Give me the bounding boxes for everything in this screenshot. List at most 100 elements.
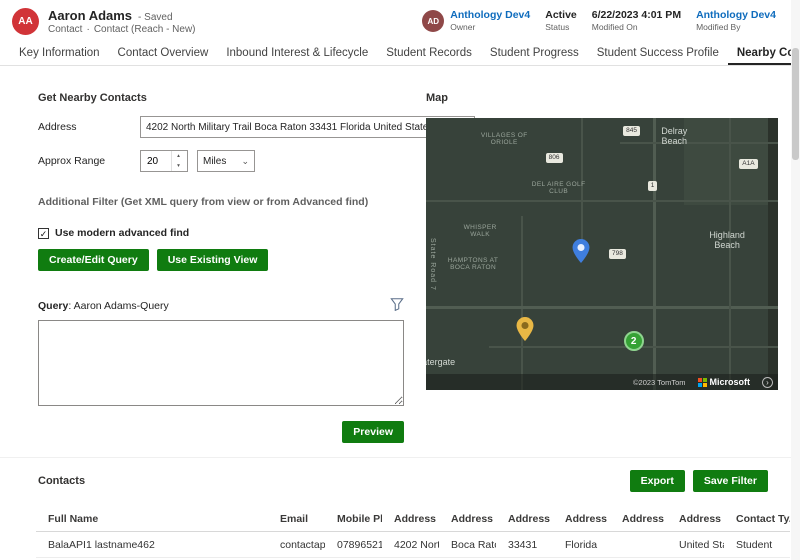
- section-title-get-nearby: Get Nearby Contacts: [38, 92, 147, 104]
- approx-range-label: Approx Range: [38, 155, 106, 167]
- map-nav-icon[interactable]: ›: [762, 376, 773, 388]
- map-panel: Map Delray Beach VILLAGES OF ORIOLE DEL …: [426, 92, 778, 443]
- map-road: [619, 142, 778, 145]
- breadcrumb: Contact · Contact (Reach - New): [48, 23, 196, 35]
- filter-icon[interactable]: [390, 297, 404, 314]
- map-road: [653, 118, 657, 390]
- column-header-mobile[interactable]: Mobile Ph...: [325, 513, 382, 525]
- stepper-up-icon[interactable]: ▴: [172, 151, 185, 161]
- tab-student-progress[interactable]: Student Progress: [481, 43, 588, 65]
- tab-student-records[interactable]: Student Records: [377, 43, 481, 65]
- column-header-address-street[interactable]: Address 1: ...: [382, 513, 439, 525]
- nearby-contacts-panel: Get Nearby Contacts Address 4202 North M…: [38, 92, 476, 443]
- section-title-contacts: Contacts: [38, 475, 86, 487]
- map-label-del-aire-golf-club: DEL AIRE GOLF CLUB: [531, 180, 586, 195]
- scrollbar-thumb[interactable]: [792, 48, 799, 160]
- preview-button[interactable]: Preview: [342, 421, 404, 443]
- use-modern-label: Use modern advanced find: [55, 227, 190, 239]
- page-title: Aaron Adams: [48, 7, 133, 23]
- cell-city: Boca Raton: [451, 538, 496, 551]
- map-attribution-bar: ©2023 TomTom Microsoft ›: [426, 374, 778, 390]
- address-label: Address: [38, 121, 77, 133]
- cell-full-name: BalaAPI1 lastname462: [48, 538, 155, 551]
- save-filter-button[interactable]: Save Filter: [692, 470, 768, 492]
- section-title-map: Map: [426, 92, 448, 104]
- cell-contact-type: Student: [736, 538, 773, 551]
- column-header-address-country[interactable]: Address 1: ...: [667, 513, 724, 525]
- map-road: [426, 199, 778, 202]
- map-label-hamptons: HAMPTONS AT BOCA RATON: [447, 256, 499, 271]
- chevron-down-icon: ⌄: [241, 155, 249, 166]
- road-shield-1: 1: [647, 180, 658, 191]
- cell-email: contactapi...: [280, 538, 325, 551]
- contacts-panel: Contacts Export Save Filter Full Name Em…: [0, 457, 800, 560]
- road-shield-845: 845: [623, 126, 640, 137]
- map-canvas[interactable]: Delray Beach VILLAGES OF ORIOLE DEL AIRE…: [426, 118, 778, 390]
- owner-name-link[interactable]: Anthology Dev4: [450, 9, 530, 23]
- range-stepper: ▴ ▾: [140, 150, 188, 172]
- query-name: : Aaron Adams-Query: [68, 299, 169, 312]
- tab-bar: Key Information Contact Overview Inbound…: [0, 42, 800, 66]
- tab-inbound-interest[interactable]: Inbound Interest & Lifecycle: [217, 43, 377, 65]
- stepper-down-icon[interactable]: ▾: [172, 161, 185, 171]
- map-label-whisper-walk: WHISPER WALK: [463, 224, 497, 239]
- cell-zip: 33431: [508, 538, 538, 551]
- cell-country: United Stat...: [679, 538, 724, 551]
- modified-on-field: 6/22/2023 4:01 PM Modified On: [591, 8, 682, 33]
- column-header-address-state[interactable]: Address 1: ...: [553, 513, 610, 525]
- vertical-scrollbar[interactable]: [791, 0, 800, 560]
- export-button[interactable]: Export: [629, 470, 685, 492]
- map-pin-blue-icon[interactable]: [572, 238, 590, 268]
- map-road: [521, 215, 524, 390]
- status-value: Active: [545, 8, 577, 21]
- map-label-highland-beach: Highland Beach: [709, 229, 745, 250]
- save-status: - Saved: [138, 11, 173, 23]
- road-shield-806: 806: [545, 153, 563, 164]
- tab-contact-overview[interactable]: Contact Overview: [109, 43, 218, 65]
- map-coast-patch: [768, 118, 778, 390]
- modified-by-field: Anthology Dev4 Modified By: [696, 8, 776, 33]
- address-dropdown[interactable]: 4202 North Military Trail Boca Raton 334…: [140, 116, 476, 138]
- breadcrumb-entity[interactable]: Contact: [48, 24, 82, 35]
- modified-by-link[interactable]: Anthology Dev4: [696, 9, 776, 23]
- column-header-address-other[interactable]: Address 1: ...: [610, 513, 667, 525]
- map-label-state-road: State Road 7: [429, 237, 436, 291]
- contact-avatar: AA: [12, 7, 39, 35]
- tab-nearby-contacts[interactable]: Nearby Contacts: [727, 43, 800, 65]
- column-header-full-name[interactable]: Full Name: [36, 513, 268, 525]
- map-pin-yellow-icon[interactable]: [516, 317, 534, 346]
- range-input[interactable]: [141, 151, 171, 171]
- address-value: 4202 North Military Trail Boca Raton 334…: [146, 121, 462, 133]
- breadcrumb-form-selector[interactable]: Contact (Reach - New): [94, 24, 196, 35]
- map-label-villages-of-oriole: VILLAGES OF ORIOLE: [480, 131, 528, 146]
- column-header-email[interactable]: Email: [268, 513, 325, 525]
- cell-mobile: 078965218...: [337, 538, 382, 551]
- owner-field[interactable]: AD Anthology Dev4 Owner: [422, 9, 530, 34]
- create-edit-query-button[interactable]: Create/Edit Query: [38, 249, 149, 271]
- map-road: [426, 305, 778, 309]
- map-road: [728, 118, 731, 390]
- table-row[interactable]: BalaAPI1 lastname462 contactapi... 07896…: [36, 532, 790, 558]
- map-cluster-badge[interactable]: 2: [623, 331, 644, 352]
- map-label-watergate: Watergate: [426, 357, 456, 368]
- column-header-contact-type[interactable]: Contact Ty...: [724, 513, 790, 525]
- tab-key-information[interactable]: Key Information: [10, 43, 109, 65]
- map-label-delray-beach: Delray Beach: [661, 126, 688, 147]
- microsoft-logo: Microsoft: [697, 377, 750, 387]
- topbar: AA Aaron Adams - Saved Contact · Contact…: [0, 0, 800, 42]
- range-unit-value: Miles: [203, 155, 227, 167]
- tab-student-success-profile[interactable]: Student Success Profile: [588, 43, 728, 65]
- road-shield-798: 798: [609, 248, 626, 259]
- column-header-address-city[interactable]: Address 1: ...: [439, 513, 496, 525]
- column-header-address-zip[interactable]: Address 1: ...: [496, 513, 553, 525]
- use-existing-view-button[interactable]: Use Existing View: [156, 249, 269, 271]
- cell-state: Florida: [565, 538, 598, 551]
- query-label: Query: [38, 299, 69, 312]
- range-unit-dropdown[interactable]: Miles ⌄: [197, 150, 255, 172]
- table-header-row: Full Name Email Mobile Ph... Address 1: …: [36, 506, 790, 532]
- additional-filter-note: Additional Filter (Get XML query from vi…: [38, 196, 369, 208]
- use-modern-checkbox[interactable]: ✓: [38, 227, 49, 239]
- owner-avatar: AD: [422, 10, 445, 32]
- status-field: Active Status: [545, 8, 577, 33]
- query-textarea[interactable]: [38, 320, 404, 406]
